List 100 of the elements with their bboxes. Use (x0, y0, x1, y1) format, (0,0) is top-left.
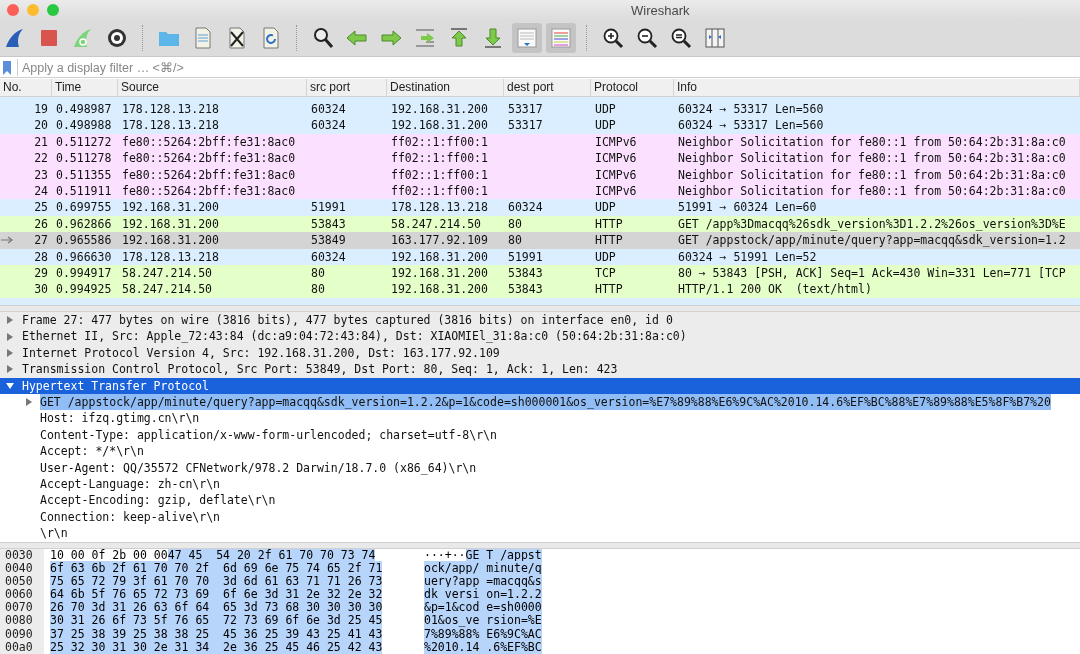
protocol-cell-text: UDP (594, 117, 617, 134)
protocol-cell-text: ICMPv6 (594, 182, 638, 200)
column-header[interactable]: src port (307, 79, 387, 96)
number-cell-text: 27 (33, 232, 49, 249)
info-cell-text: 60324 → 53317 Len=560 (677, 101, 825, 118)
ascii-text: ···+·· (424, 549, 466, 562)
packet-row[interactable]: 27 0.965586 192.168.31.200 53849 163.177.92.109 80 HTTP GET /appstock/app/minute/query?app=macqq&sdk_version=1.2 (0, 232, 1080, 249)
info-cell-text: 60324 → 53317 Len=560 (677, 117, 825, 134)
tree-item[interactable]: Host: ifzq.gtimg.cn\r\n (40, 410, 200, 427)
hex-bytes: 75 65 72 79 3f 61 70 70 3d 6d 61 63 71 71 26 73 (50, 574, 383, 589)
column-header[interactable]: Destination (387, 79, 504, 96)
number-cell-text: 22 (33, 150, 49, 167)
ascii-text: 01&os_ve rsion=%E (424, 613, 542, 628)
hex-bytes: 64 6b 5f 76 65 72 73 69 6f 6e 3d 31 2e 32 2e 32 (50, 587, 383, 602)
source-cell-text: 178.128.13.218 (121, 101, 220, 118)
info-cell-text: 51991 → 60324 Len=60 (677, 199, 818, 216)
source-cell-text: fe80::5264:2bff:fe31:8ac0 (121, 133, 297, 151)
info-cell-text: HTTP/1.1 200 OK (text/html) (677, 281, 873, 298)
source-cell-text: fe80::5264:2bff:fe31:8ac0 (121, 166, 297, 183)
destination-cell-text: ff02::1:ff00:1 (390, 166, 489, 183)
protocol-cell-text: HTTP (594, 232, 624, 249)
protocol-cell-text: HTTP (594, 215, 624, 233)
destination-cell-text: 192.168.31.200 (390, 264, 489, 282)
time-cell-text: 0.699755 (55, 199, 113, 216)
offset-cell-text: 0090 (4, 627, 34, 641)
tree-item[interactable]: Transmission Control Protocol, Src Port: 53849, Dst Port: 80, Seq: 1, Ack: 1, Len: 423 (0, 361, 1080, 378)
port-cell-text: 53317 (507, 117, 544, 134)
source-cell-text: 58.247.214.50 (121, 264, 213, 282)
tree-item[interactable]: Accept: */*\r\n (40, 443, 144, 460)
expand-icon[interactable] (5, 364, 15, 375)
colorize-icon (549, 26, 573, 50)
close-window-button[interactable] (7, 4, 19, 16)
info-cell-text: Neighbor Solicitation for fe80::1 from 50:64:2b:31:8a:c0 (677, 150, 1067, 167)
column-header[interactable]: No. (0, 79, 52, 96)
protocol-cell-text: UDP (594, 199, 617, 216)
port-cell-text: 60324 (310, 117, 347, 134)
port-cell-text: 53843 (310, 215, 347, 233)
column-header[interactable]: Protocol (591, 79, 674, 96)
source-cell-text: fe80::5264:2bff:fe31:8ac0 (121, 150, 297, 167)
info-cell-text: Neighbor Solicitation for fe80::1 from 50:64:2b:31:8a:c0 (677, 133, 1067, 151)
offset-cell-text: 0060 (4, 588, 34, 602)
hex-bytes: 26 70 3d 31 26 63 6f 64 65 3d 73 68 30 30 30 30 (50, 600, 383, 615)
port-cell-text: 51991 (310, 199, 347, 216)
window-title: Wireshark (631, 2, 690, 18)
source-cell-text: fe80::5264:2bff:fe31:8ac0 (121, 182, 297, 200)
time-cell-text: 0.498988 (55, 117, 113, 134)
column-header[interactable]: Time (52, 79, 118, 96)
tree-item[interactable]: Frame 27: 477 bytes on wire (3816 bits), 477 bytes captured (3816 bits) on interface en0, id 0 (0, 312, 1080, 329)
source-cell-text: 58.247.214.50 (121, 281, 213, 298)
ascii-text: &p=1&cod e=sh0000 (424, 600, 542, 615)
info-cell-text: 60324 → 51991 Len=52 (677, 248, 818, 265)
tree-item[interactable]: Connection: keep-alive\r\n (40, 508, 220, 526)
maximize-button[interactable] (47, 4, 59, 16)
port-cell-text: 80 (310, 264, 326, 282)
number-cell-text: 23 (33, 166, 49, 183)
destination-cell-text: 192.168.31.200 (390, 117, 489, 134)
column-header[interactable]: Source (118, 79, 307, 96)
expand-icon[interactable] (5, 315, 15, 326)
source-cell-text: 192.168.31.200 (121, 199, 220, 216)
packet-row[interactable]: 22 0.511278 fe80::5264:2bff:fe31:8ac0 ff02::1:ff00:1 ICMPv6 Neighbor Solicitation for fe80::1 from 50:64:2b:31:8a:c0 (0, 150, 1080, 167)
port-cell-text: 60324 (507, 199, 544, 216)
column-header[interactable]: dest port (504, 79, 591, 96)
destination-cell-text: ff02::1:ff00:1 (390, 133, 489, 151)
resize-columns-icon (703, 26, 727, 50)
search-icon (311, 26, 335, 50)
source-cell-text: 192.168.31.200 (121, 232, 220, 249)
time-cell-text: 0.962866 (55, 215, 113, 233)
protocol-cell-text: UDP (594, 248, 617, 265)
expand-icon[interactable] (5, 331, 15, 342)
column-header[interactable]: Info (674, 79, 1080, 96)
info-cell-text: GET /app%3Dmacqq%26sdk_version%3D1.2.2%26os_version%3D%E (677, 215, 1067, 233)
tree-item[interactable]: Accept-Language: zh-cn\r\n (40, 475, 220, 493)
port-cell-text: 80 (507, 232, 523, 249)
hex-bytes: 30 31 26 6f 73 5f 76 65 72 73 69 6f 6e 3d 25 45 (50, 613, 383, 628)
number-cell-text: 20 (33, 117, 49, 134)
destination-cell-text: 192.168.31.200 (390, 248, 489, 265)
protocol-cell-text: ICMPv6 (594, 133, 638, 151)
number-cell-text: 26 (33, 215, 49, 233)
protocol-cell-text: ICMPv6 (594, 150, 638, 167)
tree-item[interactable]: Ethernet II, Src: Apple_72:43:84 (dc:a9:04:72:43:84), Dst: XIAOMIEl_31:8a:c0 (50:64:2b:31:8a:c0) (0, 328, 1080, 345)
expand-icon[interactable] (5, 347, 15, 358)
tree-item[interactable]: Content-Type: application/x-www-form-urlencoded; charset=utf-8\r\n (40, 426, 497, 444)
tree-item[interactable]: User-Agent: QQ/35572 CFNetwork/978.2 Darwin/18.7.0 (x86_64)\r\n (40, 459, 477, 476)
packet-row[interactable]: 30 0.994925 58.247.214.50 80 192.168.31.200 53843 HTTP HTTP/1.1 200 OK (text/html) (0, 281, 1080, 298)
offset-cell-text: 00a0 (4, 640, 34, 654)
destination-cell-text: ff02::1:ff00:1 (390, 182, 489, 200)
protocol-cell-text: TCP (594, 264, 617, 282)
port-cell-text: 60324 (310, 101, 347, 118)
time-cell-text: 0.511272 (55, 133, 113, 151)
expand-icon[interactable] (24, 397, 34, 408)
port-cell-text: 53849 (310, 232, 347, 249)
tree-item[interactable]: Accept-Encoding: gzip, deflate\r\n (40, 492, 276, 509)
tree-item[interactable]: \r\n (40, 525, 68, 542)
number-cell-text: 30 (33, 281, 49, 298)
bookmark-icon[interactable] (3, 60, 11, 75)
collapse-icon[interactable] (5, 380, 15, 391)
time-cell-text: 0.994917 (55, 264, 113, 282)
destination-cell-text: ff02::1:ff00:1 (390, 150, 489, 167)
hex-bytes: 6f 63 6b 2f 61 70 70 2f 6d 69 6e 75 74 65 2f 71 (50, 561, 383, 576)
offset-cell-text: 0030 (4, 549, 34, 563)
